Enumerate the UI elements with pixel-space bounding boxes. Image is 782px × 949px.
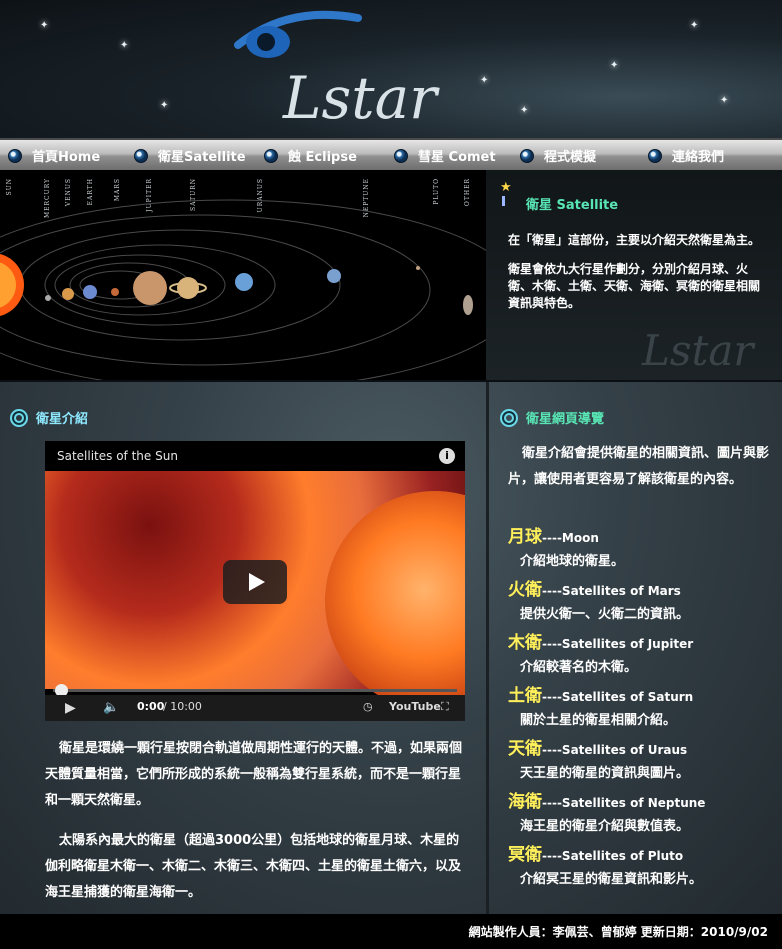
nav-item-label: 首頁Home <box>32 150 101 165</box>
logo-text: Lstar <box>282 64 440 132</box>
star-sparkle-icon: ✦ <box>690 20 699 31</box>
nav-bullet-icon <box>520 148 534 163</box>
nav-item-label: 程式模擬 <box>544 150 597 165</box>
satellite-item-neptune[interactable]: 海衛----Satellites of Neptune <box>508 787 770 812</box>
satellite-item-moon[interactable]: 月球----Moon <box>508 522 770 547</box>
satellite-paragraph-2: 太陽系內最大的衛星（超過3000公里）包括地球的衛星月球、木星的伽利略衛星木衛一… <box>45 833 462 900</box>
nav-item-label: 彗星 Comet <box>418 150 496 165</box>
satellite-english: ----Satellites of Mars <box>542 584 681 598</box>
nav-item-eclipse[interactable]: 蝕 Eclipse <box>264 146 357 165</box>
video-title[interactable]: Satellites of the Sun <box>57 449 178 463</box>
satellite-english: ----Satellites of Jupiter <box>542 637 694 651</box>
youtube-logo[interactable]: YouTube <box>389 700 441 713</box>
satellite-intro-heading: 衛星介紹 <box>10 408 88 427</box>
satellite-name[interactable]: 火衛 <box>508 580 542 600</box>
satellite-desc: 介紹地球的衛星。 <box>520 554 625 569</box>
volume-icon[interactable]: 🔈 <box>103 700 119 715</box>
satellite-desc: 介紹較著名的木衛。 <box>520 660 638 675</box>
satellite-desc: 介紹冥王星的衛星資訊和影片。 <box>520 872 703 887</box>
nav-item-contact[interactable]: 連絡我們 <box>648 146 724 165</box>
video-current-time: 0:00 <box>137 700 165 713</box>
orbit-diagram <box>0 199 486 380</box>
satellite-desc: 天王星的衛星的資訊與圖片。 <box>520 766 690 781</box>
watermark-logo: Lstar <box>641 326 756 375</box>
satellite-item-jupiter[interactable]: 木衛----Satellites of Jupiter <box>508 628 770 653</box>
star-sparkle-icon: ✦ <box>610 60 619 71</box>
satellite-english: ----Satellites of Uraus <box>542 743 688 757</box>
intro-paragraph-2: 衛星會依九大行星作劃分，分別介紹月球、火衛、木衛、土衛、天衛、海衛、冥衛的衛星相… <box>508 262 761 310</box>
video-player[interactable]: Satellites of the Sun i ▶ 🔈 0:00 / 10:00… <box>45 441 465 721</box>
satellite-section-title: 衛星 Satellite <box>526 198 619 213</box>
satellite-item-mars[interactable]: 火衛----Satellites of Mars <box>508 575 770 600</box>
satellite-english: ----Satellites of Neptune <box>542 796 706 810</box>
star-bookmark-icon: ★ <box>500 180 512 195</box>
satellite-english: ----Moon <box>542 531 599 545</box>
nav-bullet-icon <box>8 148 22 163</box>
nav-bullet-icon <box>394 148 408 163</box>
star-sparkle-icon: ✦ <box>480 75 489 86</box>
star-stem-icon <box>502 196 505 206</box>
video-controls: ▶ 🔈 0:00 / 10:00 ◷ YouTube ⛶ <box>45 695 465 721</box>
satellite-name[interactable]: 木衛 <box>508 633 542 653</box>
satellite-name[interactable]: 冥衛 <box>508 845 542 865</box>
satellite-name[interactable]: 月球 <box>508 527 542 547</box>
nav-item-label: 衛星Satellite <box>158 150 246 165</box>
site-footer: 網站製作人員：李佩芸、曾郁婷 更新日期：2010/9/02 <box>0 914 782 949</box>
video-progress-bar[interactable] <box>53 684 457 697</box>
satellite-nav-heading: 衛星網頁導覽 <box>500 408 604 427</box>
info-icon[interactable]: i <box>439 448 455 464</box>
satellite-item-saturn[interactable]: 土衛----Satellites of Saturn <box>508 681 770 706</box>
satellite-item-pluto[interactable]: 冥衛----Satellites of Pluto <box>508 840 770 865</box>
satellite-name[interactable]: 海衛 <box>508 792 542 812</box>
nav-item-simulation[interactable]: 程式模擬 <box>520 146 596 165</box>
satellite-english: ----Satellites of Pluto <box>542 849 684 863</box>
nav-item-label: 蝕 Eclipse <box>288 150 357 165</box>
site-logo[interactable]: Lstar <box>228 0 478 136</box>
nav-bullet-icon <box>264 148 278 163</box>
sun-image <box>325 491 465 711</box>
nav-item-satellite[interactable]: 衛星Satellite <box>134 146 246 165</box>
video-duration: / 10:00 <box>163 700 202 713</box>
star-sparkle-icon: ✦ <box>40 20 49 31</box>
nav-bullet-icon <box>648 148 662 163</box>
star-sparkle-icon: ✦ <box>720 95 729 106</box>
nav-item-label: 連絡我們 <box>672 150 725 165</box>
satellite-nav-intro: 衛星介紹會提供衛星的相關資訊、圖片與影片，讓使用者更容易了解該衛星的內容。 <box>508 446 770 487</box>
column-divider <box>486 382 489 914</box>
left-section-title: 衛星介紹 <box>36 412 89 427</box>
footer-credits: 網站製作人員：李佩芸、曾郁婷 更新日期：2010/9/02 <box>468 925 768 939</box>
target-circle-icon <box>10 408 28 427</box>
nav-item-comet[interactable]: 彗星 Comet <box>394 146 496 165</box>
solar-system-banner: SUN MERCURY VENUS EARTH MARS JUPITER SAT… <box>0 170 486 380</box>
satellite-name[interactable]: 天衛 <box>508 739 542 759</box>
satellite-desc: 關於土星的衛星相關介紹。 <box>520 713 677 728</box>
video-frame[interactable] <box>45 471 465 711</box>
nav-item-home[interactable]: 首頁Home <box>8 146 100 165</box>
svg-text:Lstar: Lstar <box>641 326 756 375</box>
nav-bullet-icon <box>134 148 148 163</box>
play-button[interactable] <box>223 560 287 604</box>
satellite-paragraph-1: 衛星是環繞一顆行星按閉合軌道做周期性運行的天體。不過，如果兩個天體質量相當，它們… <box>45 741 463 808</box>
intro-paragraph-1: 在「衛星」這部份，主要以介紹天然衛星為主。 <box>508 233 761 247</box>
satellite-name[interactable]: 土衛 <box>508 686 542 706</box>
satellite-desc: 海王星的衛星介紹與數值表。 <box>520 819 690 834</box>
satellite-item-uranus[interactable]: 天衛----Satellites of Uraus <box>508 734 770 759</box>
star-sparkle-icon: ✦ <box>120 40 129 51</box>
fullscreen-icon[interactable]: ⛶ <box>441 700 449 714</box>
clock-icon[interactable]: ◷ <box>363 700 373 713</box>
star-sparkle-icon: ✦ <box>160 100 169 111</box>
site-header: ✦ ✦ ✦ ✦ ✦ ✦ ✦ ✦ Lstar <box>0 0 782 138</box>
satellite-intro-text: 在「衛星」這部份，主要以介紹天然衛星為主。 衛星會依九大行星作劃分，分別介紹月球… <box>508 232 770 312</box>
satellite-english: ----Satellites of Saturn <box>542 690 694 704</box>
play-icon[interactable]: ▶ <box>65 700 76 716</box>
target-circle-icon <box>500 408 518 427</box>
satellite-desc: 提供火衛一、火衛二的資訊。 <box>520 607 690 622</box>
right-section-title: 衛星網頁導覽 <box>526 412 605 427</box>
top-nav: 首頁Home 衛星Satellite 蝕 Eclipse 彗星 Comet 程式… <box>0 138 782 172</box>
star-sparkle-icon: ✦ <box>520 105 529 116</box>
